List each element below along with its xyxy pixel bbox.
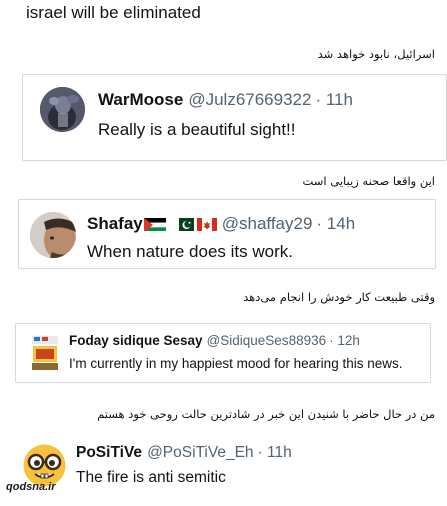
tweet-card-positive[interactable]: PoSiTiVe @PoSiTiVe_Eh · 11h The fire is …	[0, 436, 447, 506]
persian-caption-2: این واقعا صحنه زیبایی است	[302, 174, 435, 188]
tweet-text: When nature does its work.	[87, 242, 293, 261]
pakistan-flag-icon	[173, 217, 194, 231]
tweet-time[interactable]: · 11h	[258, 444, 292, 462]
tweet-text: I'm currently in my happiest mood for he…	[69, 356, 403, 371]
tweet-text: The fire is anti semitic	[76, 469, 226, 486]
avatar[interactable]	[40, 87, 85, 132]
canada-flag-icon	[196, 217, 217, 231]
qodsna-watermark: qodsna.ir	[6, 481, 56, 493]
author-handle[interactable]: @SidiqueSes88936	[207, 333, 327, 348]
tweet-header: WarMoose @Julz67669322 · 11h	[98, 90, 353, 110]
avatar[interactable]	[30, 334, 60, 372]
tweet-time[interactable]: · 11h	[315, 90, 353, 110]
tweet-card-foday[interactable]: Foday sidique Sesay @SidiqueSes88936 · 1…	[15, 323, 431, 383]
author-name[interactable]: Foday sidique Sesay	[69, 333, 203, 348]
tweet-time[interactable]: · 12h	[329, 333, 360, 348]
avatar[interactable]	[30, 212, 76, 258]
author-name[interactable]: Shafay	[87, 214, 143, 234]
persian-caption-4: من در حال حاضر با شنیدن این خبر در شادتر…	[97, 407, 435, 421]
author-handle[interactable]: @PoSiTiVe_Eh	[147, 444, 254, 462]
persian-caption-3: وقتی طبیعت کار خودش را انجام می‌دهد	[243, 290, 435, 304]
tweet-header: Foday sidique Sesay @SidiqueSes88936 · 1…	[69, 333, 360, 348]
tweet-header: Shafay @shaffay29 · 14h	[87, 214, 355, 234]
tweet-card-warmoose[interactable]: WarMoose @Julz67669322 · 11h Really is a…	[22, 74, 447, 161]
previous-tweet-text: israel will be eliminated	[26, 3, 201, 22]
author-handle[interactable]: @shaffay29	[222, 214, 313, 234]
persian-caption-1: اسرائیل، نابود خواهد شد	[317, 47, 435, 61]
author-handle[interactable]: @Julz67669322	[188, 90, 311, 110]
palestine-flag-icon	[143, 217, 166, 231]
author-name[interactable]: WarMoose	[98, 90, 183, 110]
author-name[interactable]: PoSiTiVe	[76, 444, 142, 462]
tweet-time[interactable]: · 14h	[316, 214, 355, 234]
tweet-text: Really is a beautiful sight!!	[98, 120, 296, 139]
tweet-header: PoSiTiVe @PoSiTiVe_Eh · 11h	[76, 444, 292, 462]
tweet-card-shafay[interactable]: Shafay @shaffay29 · 14h When nature does…	[18, 199, 436, 269]
